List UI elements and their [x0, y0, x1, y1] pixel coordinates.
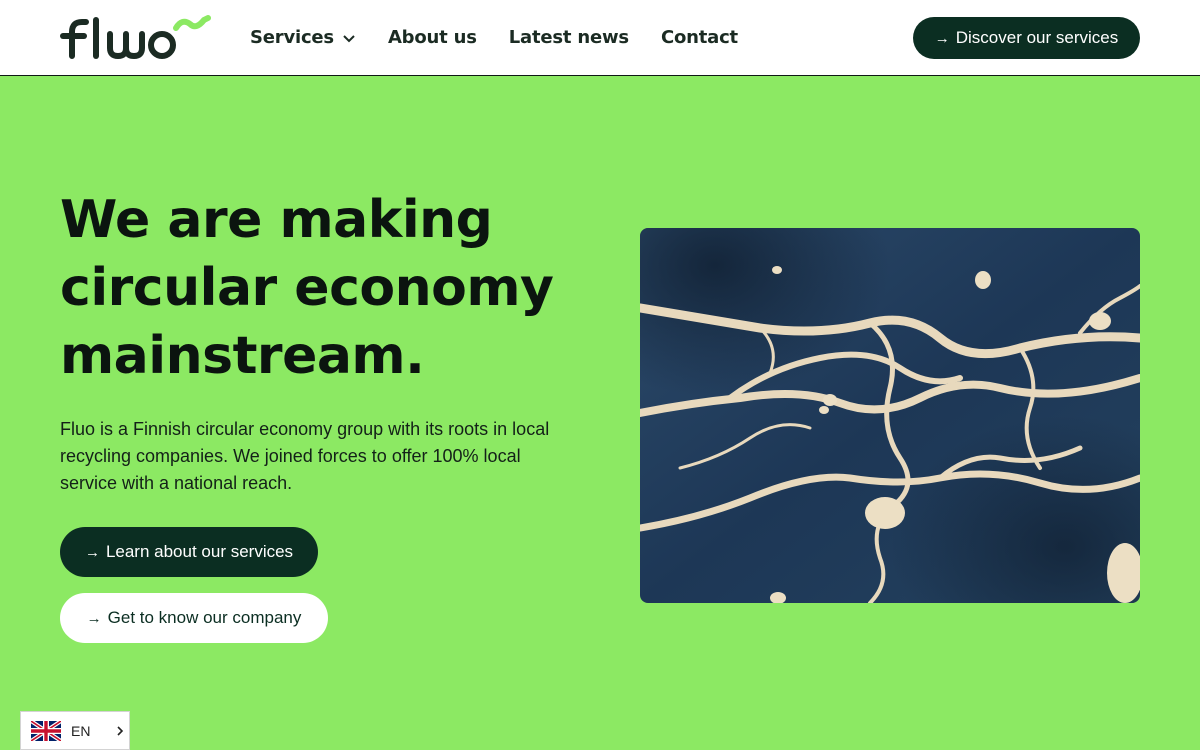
- uk-flag-icon: [31, 720, 61, 741]
- discover-services-label: Discover our services: [955, 28, 1119, 47]
- nav-about-us-label: About us: [387, 27, 477, 48]
- chevron-right-icon: [117, 725, 124, 736]
- learn-services-label: Learn about our services: [105, 542, 294, 561]
- arrow-right-icon: →: [934, 29, 950, 47]
- discover-services-button[interactable]: → Discover our services: [913, 17, 1140, 59]
- site-header: Services About us Latest news Contact → …: [0, 0, 1200, 76]
- aerial-river-image: [640, 228, 1140, 603]
- learn-services-button[interactable]: → Learn about our services: [60, 527, 318, 577]
- fluo-logo[interactable]: [58, 14, 214, 62]
- arrow-right-icon: →: [86, 609, 102, 627]
- nav-latest-news-label: Latest news: [508, 27, 629, 48]
- main-nav: Services About us Latest news Contact: [250, 0, 738, 75]
- nav-services-label: Services: [250, 27, 334, 48]
- hero-title-line-2: circular economy: [60, 258, 554, 318]
- nav-services[interactable]: Services: [250, 27, 356, 48]
- nav-about-us[interactable]: About us: [388, 27, 477, 48]
- know-company-label: Get to know our company: [107, 608, 302, 627]
- know-company-button[interactable]: → Get to know our company: [60, 593, 328, 643]
- hero-title-line-1: We are making: [60, 190, 493, 250]
- hero-title-line-3: mainstream.: [60, 326, 425, 386]
- language-code: EN: [71, 722, 91, 739]
- arrow-right-icon: →: [84, 543, 100, 561]
- nav-contact-label: Contact: [660, 27, 738, 48]
- chevron-down-icon: [343, 34, 355, 42]
- hero-title: We are making circular economy mainstrea…: [60, 186, 580, 390]
- language-switcher[interactable]: EN: [20, 711, 130, 750]
- hero-image: [640, 228, 1140, 603]
- hero-description: Fluo is a Finnish circular economy group…: [60, 419, 550, 493]
- nav-contact[interactable]: Contact: [661, 27, 738, 48]
- nav-latest-news[interactable]: Latest news: [509, 27, 629, 48]
